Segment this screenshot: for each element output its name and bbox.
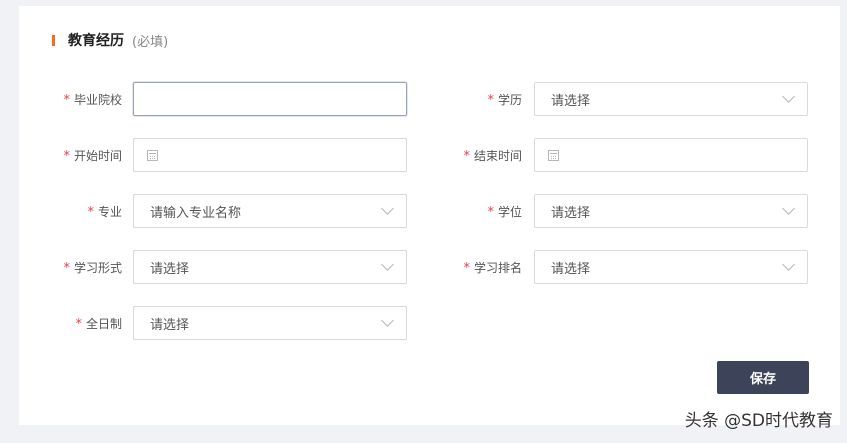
ranking-select[interactable]: 请选择	[534, 250, 808, 284]
section-accent-bar	[52, 34, 55, 46]
chevron-down-icon	[782, 202, 795, 215]
required-mark: *	[487, 93, 494, 108]
major-label: * 专业	[87, 205, 122, 220]
save-button[interactable]: 保存	[717, 361, 809, 394]
required-mark: *	[463, 261, 470, 276]
degree-level-label: * 学历	[487, 93, 522, 108]
ranking-label: * 学习排名	[463, 261, 522, 276]
chevron-down-icon	[782, 258, 795, 271]
calendar-icon	[548, 149, 559, 161]
required-mark: *	[63, 261, 70, 276]
school-label: * 毕业院校	[63, 93, 122, 108]
calendar-icon	[147, 149, 158, 161]
required-mark: *	[463, 149, 470, 164]
start-time-picker[interactable]	[133, 138, 407, 172]
study-form-select[interactable]: 请选择	[133, 250, 407, 284]
section-title: 教育经历	[68, 33, 124, 49]
required-mark: *	[487, 205, 494, 220]
watermark-text: 头条 @SD时代教育	[684, 411, 833, 431]
end-time-picker[interactable]	[534, 138, 808, 172]
required-mark: *	[75, 317, 82, 332]
section-header: 教育经历 (必填)	[52, 30, 168, 50]
full-time-select[interactable]: 请选择	[133, 306, 407, 340]
full-time-label: * 全日制	[75, 317, 122, 332]
chevron-down-icon	[381, 258, 394, 271]
required-mark: *	[87, 205, 94, 220]
chevron-down-icon	[381, 202, 394, 215]
section-required-note: (必填)	[132, 34, 169, 50]
school-input[interactable]	[133, 82, 407, 116]
end-time-label: * 结束时间	[463, 149, 522, 164]
degree-level-select[interactable]: 请选择	[534, 82, 808, 116]
degree-select[interactable]: 请选择	[534, 194, 808, 228]
start-time-label: * 开始时间	[63, 149, 122, 164]
required-mark: *	[63, 149, 70, 164]
major-select[interactable]: 请输入专业名称	[133, 194, 407, 228]
study-form-label: * 学习形式	[63, 261, 122, 276]
required-mark: *	[63, 93, 70, 108]
degree-label: * 学位	[487, 205, 522, 220]
chevron-down-icon	[381, 314, 394, 327]
chevron-down-icon	[782, 90, 795, 103]
